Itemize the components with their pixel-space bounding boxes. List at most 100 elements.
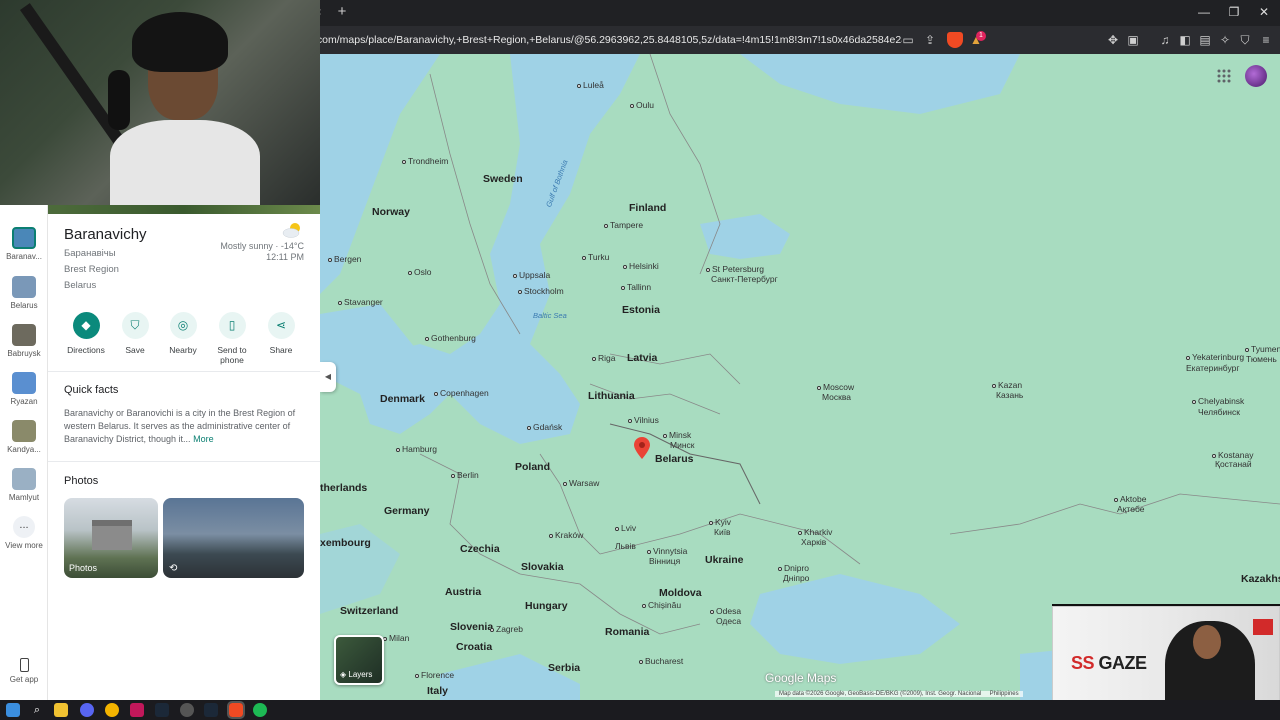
map-label-city[interactable]: Gdańsk (527, 422, 562, 432)
map-label-country[interactable]: Ukraine (705, 554, 744, 566)
map-label-city[interactable]: Chișinău (642, 600, 681, 610)
map-label-country[interactable]: Lithuania (588, 390, 635, 402)
leo-ai-icon[interactable]: ✧ (1217, 32, 1233, 48)
discord-icon[interactable] (80, 703, 94, 717)
sidebar-icon[interactable]: ◧ (1177, 32, 1193, 48)
restore-icon[interactable]: ❐ (1224, 4, 1244, 20)
map-label-city[interactable]: Lviv (615, 523, 636, 533)
street-view-thumbnail[interactable]: ⟲ (163, 498, 304, 578)
map-label-city[interactable]: Helsinki (623, 261, 659, 271)
directions-button[interactable]: ◆ Directions (61, 312, 111, 355)
map-label-city[interactable]: Oulu (630, 100, 654, 110)
map-label-city[interactable]: Luleå (577, 80, 604, 90)
map-label-city[interactable]: Kraków (549, 530, 583, 540)
rail-item-baranavichy[interactable]: Baranav... (2, 227, 46, 261)
layers-button[interactable]: ◈ Layers (334, 635, 384, 685)
minimize-icon[interactable]: — (1194, 4, 1214, 20)
wallet-card-icon[interactable]: ▤ (1197, 32, 1213, 48)
map-label-city[interactable]: Aktobe (1114, 494, 1146, 504)
map-label-city[interactable]: Vilnius (628, 415, 659, 425)
spotify-icon[interactable] (253, 703, 267, 717)
map-label-country[interactable]: Poland (515, 461, 550, 473)
map-label-city[interactable]: Minsk (663, 430, 691, 440)
share-button[interactable]: ⋖ Share (256, 312, 306, 355)
map-label-country[interactable]: Croatia (456, 641, 492, 653)
map-label-city[interactable]: Milan (383, 633, 409, 643)
map-label-country[interactable]: Belarus (655, 453, 694, 465)
map-label-country[interactable]: Kazakhs (1241, 573, 1280, 585)
map-label-country[interactable]: Moldova (659, 587, 702, 599)
rail-item-ryazan[interactable]: Ryazan (2, 372, 46, 406)
nearby-button[interactable]: ◎ Nearby (158, 312, 208, 355)
map-label-country[interactable]: Finland (629, 202, 666, 214)
map-label-city[interactable]: Riga (592, 353, 615, 363)
send-to-phone-button[interactable]: ▯ Send to phone (207, 312, 257, 365)
map-label-city[interactable]: Kharkiv (798, 527, 832, 537)
map-label-city[interactable]: Bucharest (639, 656, 683, 666)
map-label-city[interactable]: Gothenburg (425, 333, 476, 343)
more-link[interactable]: More (193, 434, 214, 444)
brave-shield-icon[interactable] (947, 32, 963, 48)
map-label-city[interactable]: Bergen (328, 254, 361, 264)
map-attribution[interactable]: Map data ©2026 Google, GeoBasis-DE/BKG (… (775, 691, 1023, 697)
map-label-city[interactable]: Hamburg (396, 444, 437, 454)
map-label-city[interactable]: Chelyabinsk (1192, 396, 1244, 406)
app-icon[interactable] (130, 703, 144, 717)
map-label-city[interactable]: Oslo (408, 267, 431, 277)
close-window-icon[interactable]: ✕ (1254, 4, 1274, 20)
map-label-city[interactable]: Turku (582, 252, 609, 262)
menu-icon[interactable]: ≡ (1258, 32, 1274, 48)
map-label-city[interactable]: Tampere (604, 220, 643, 230)
rail-item-mamlyut[interactable]: Mamlyut (2, 468, 46, 502)
map-label-country[interactable]: Italy (427, 685, 448, 697)
map-label-city[interactable]: Zagreb (490, 624, 523, 634)
obs-icon[interactable] (180, 703, 194, 717)
rail-item-kandyagash[interactable]: Kandya... (2, 420, 46, 454)
media-icon[interactable]: ♫ (1157, 32, 1173, 48)
map-label-country[interactable]: Austria (445, 586, 481, 598)
map-label-city[interactable]: Copenhagen (434, 388, 489, 398)
get-app-button[interactable]: Get app (2, 658, 46, 684)
map-label-country[interactable]: Latvia (627, 352, 657, 364)
map-label-city[interactable]: Stavanger (338, 297, 383, 307)
search-icon[interactable]: ⌕ (30, 703, 44, 717)
new-tab-button[interactable]: + (334, 4, 350, 20)
photo-thumbnail[interactable]: Photos (64, 498, 158, 578)
map-label-city[interactable]: Trondheim (402, 156, 448, 166)
map-label-city[interactable]: Tyumen (1245, 344, 1280, 354)
map-label-city[interactable]: Kyiv (709, 517, 731, 527)
map-label-city[interactable]: Stockholm (518, 286, 564, 296)
account-avatar[interactable] (1245, 65, 1267, 87)
map-label-country[interactable]: therlands (320, 482, 367, 494)
steam-icon[interactable] (204, 703, 218, 717)
share-page-icon[interactable]: ⇪ (922, 32, 938, 48)
map-label-country[interactable]: Slovenia (450, 621, 493, 633)
wallet-icon[interactable]: ▣ (1125, 32, 1141, 48)
steam-icon[interactable] (155, 703, 169, 717)
map-label-country[interactable]: Romania (605, 626, 649, 638)
map-label-city[interactable]: Florence (415, 670, 454, 680)
map-label-country[interactable]: Sweden (483, 173, 523, 185)
map-label-country[interactable]: Norway (372, 206, 410, 218)
map-label-country[interactable]: xembourg (320, 537, 371, 549)
map-label-country[interactable]: Denmark (380, 393, 425, 405)
vpn-icon[interactable]: ⛉ (1237, 32, 1253, 48)
extensions-icon[interactable]: ✥ (1105, 32, 1121, 48)
rail-item-belarus[interactable]: Belarus (2, 276, 46, 310)
map-label-city[interactable]: Tallinn (621, 282, 651, 292)
map-label-country[interactable]: Germany (384, 505, 430, 517)
file-explorer-icon[interactable] (54, 703, 68, 717)
rail-item-babruysk[interactable]: Babruysk (2, 324, 46, 358)
map-label-city[interactable]: Kazan (992, 380, 1022, 390)
map-label-city[interactable]: Warsaw (563, 478, 599, 488)
map-label-country[interactable]: Switzerland (340, 605, 398, 617)
map-label-city[interactable]: Odesa (710, 606, 741, 616)
map-label-city[interactable]: Vinnytsia (647, 546, 687, 556)
save-button[interactable]: ⛉ Save (110, 312, 160, 355)
map-label-city[interactable]: Yekaterinburg (1186, 352, 1244, 362)
address-bar[interactable]: gle.com/maps/place/Baranavichy,+Brest+Re… (300, 30, 902, 50)
collapse-panel-button[interactable]: ◀ (320, 362, 336, 392)
map-label-city[interactable]: Berlin (451, 470, 479, 480)
view-more-button[interactable]: ... View more (2, 516, 46, 551)
start-icon[interactable] (6, 703, 20, 717)
